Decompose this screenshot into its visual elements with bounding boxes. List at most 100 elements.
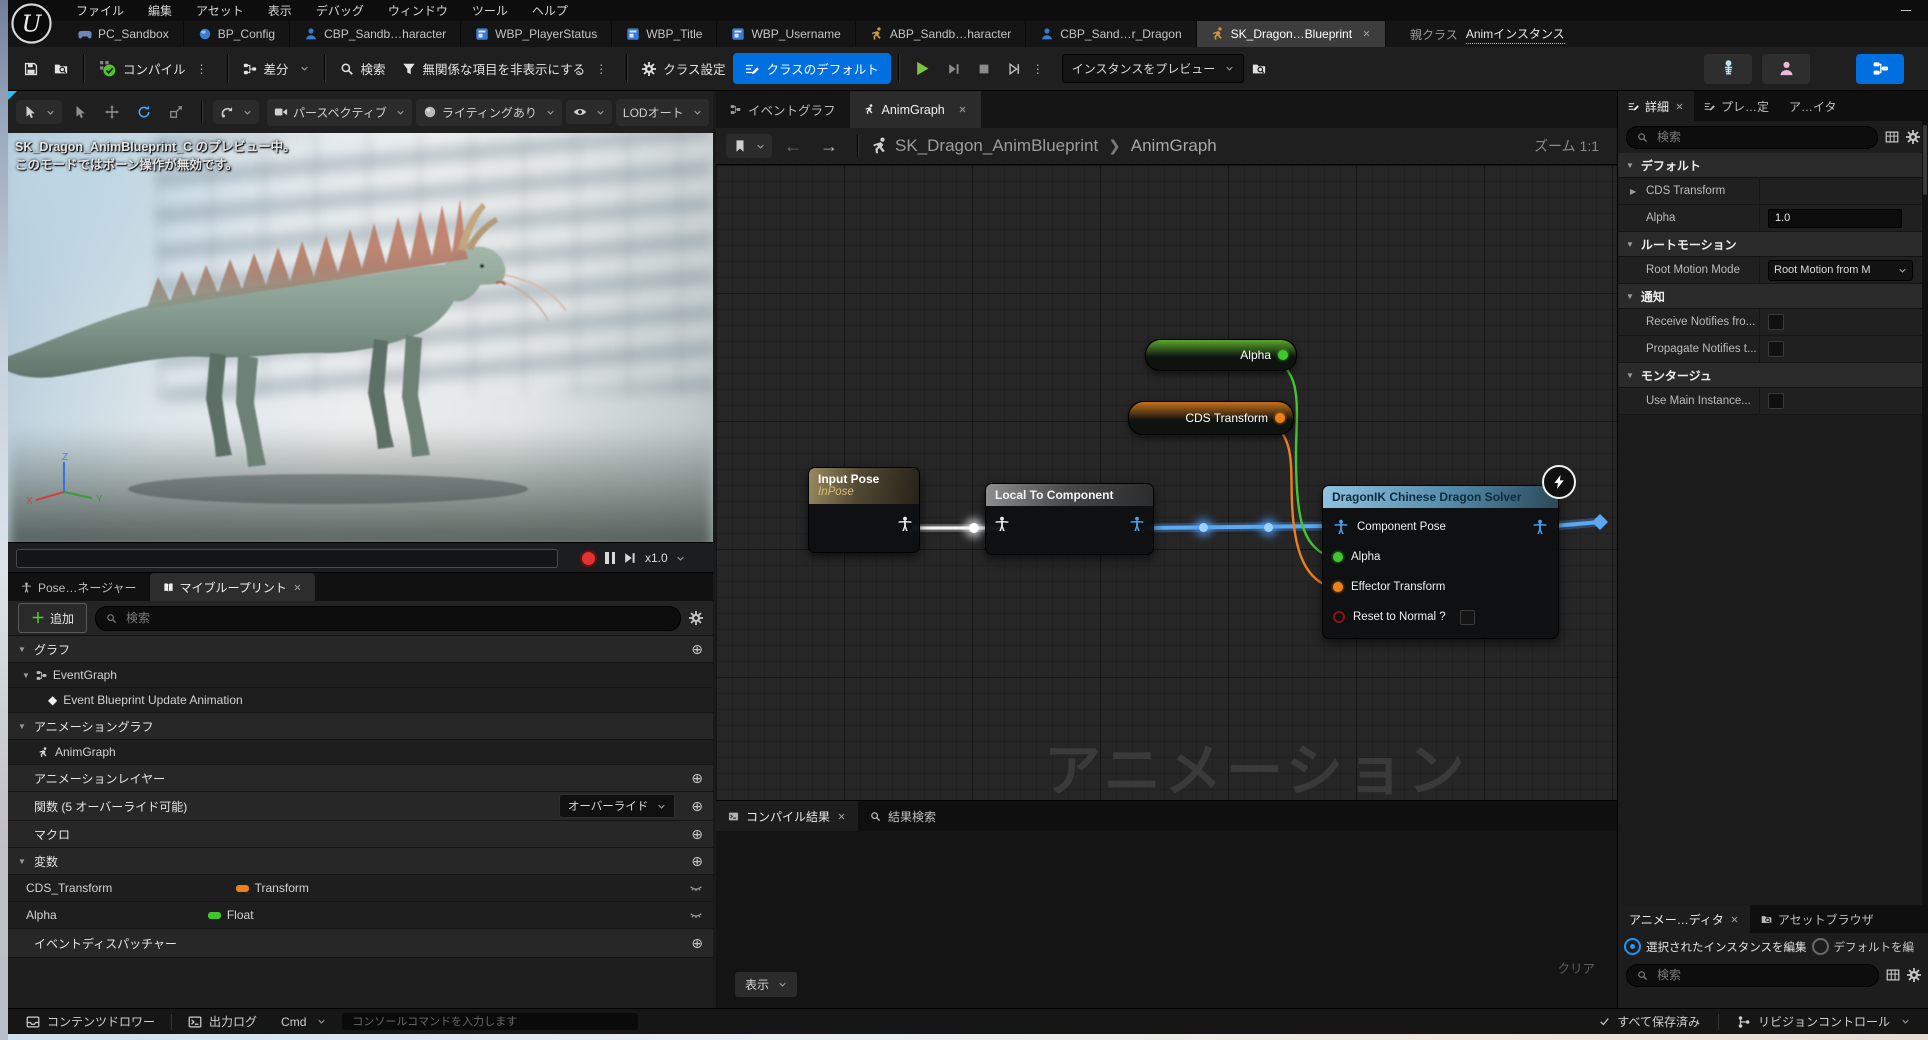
menu-view[interactable]: 表示 <box>256 0 304 21</box>
play-button[interactable] <box>906 54 939 83</box>
asset-tab-cbp-character[interactable]: CBP_Sandb…haracter <box>290 21 461 47</box>
pin-row-effector-transform[interactable]: Effector Transform <box>1323 572 1558 602</box>
tab-details[interactable]: 詳細 <box>1618 91 1694 121</box>
tab-close-icon[interactable] <box>1362 27 1371 41</box>
asset-tab-sk-dragon-blueprint[interactable]: SK_Dragon…Blueprint <box>1197 21 1386 47</box>
pause-button[interactable] <box>605 552 615 564</box>
parent-class-link[interactable]: Animインスタンス <box>1466 25 1565 44</box>
add-graph-icon[interactable]: ⊕ <box>691 641 703 658</box>
row-propagate-notifies[interactable]: Propagate Notifies t... <box>1618 336 1928 363</box>
details-search-input[interactable] <box>1655 129 1867 145</box>
view-mode-dropdown[interactable]: ライティングあり <box>416 99 562 126</box>
details-settings-gear-icon[interactable] <box>1906 130 1920 144</box>
item-animgraph[interactable]: AnimGraph <box>8 740 713 765</box>
menu-asset[interactable]: アセット <box>184 0 256 21</box>
preview-viewport[interactable]: パースペクティブ ライティングあり LODオート <box>8 91 713 572</box>
console-command-input-wrap[interactable] <box>342 1013 638 1030</box>
tab-close-icon[interactable] <box>837 812 846 821</box>
asset-tab-cbp-dragon[interactable]: CBP_Sand…r_Dragon <box>1026 21 1196 47</box>
receive-notifies-checkbox[interactable] <box>1768 314 1784 330</box>
tab-my-blueprint[interactable]: マイブループリント <box>150 573 315 601</box>
browse-instance-button[interactable] <box>1244 56 1274 82</box>
component-pose-output-pin[interactable] <box>1129 516 1145 532</box>
diff-button[interactable]: 差分 <box>235 53 317 84</box>
settings-gear-icon[interactable] <box>1907 968 1921 982</box>
section-animation-layers[interactable]: ▼アニメーションレイヤー⊕ <box>8 765 713 792</box>
property-matrix-icon[interactable] <box>1885 130 1899 144</box>
row-alpha[interactable]: Alpha <box>1618 205 1928 232</box>
nav-back-icon[interactable]: ← <box>778 136 808 157</box>
node-input-pose[interactable]: Input Pose InPose <box>808 467 920 553</box>
play-options-icon[interactable]: ⋮ <box>1029 62 1048 76</box>
pin-row-component-pose[interactable]: Component Pose <box>1323 512 1558 542</box>
node-dragonik-solver[interactable]: DragonIK Chinese Dragon Solver Component… <box>1322 485 1559 639</box>
section-root-motion[interactable]: ▼ルートモーション <box>1618 232 1928 257</box>
edit-selected-radio[interactable] <box>1624 938 1641 955</box>
revision-control-dropdown[interactable]: リビジョンコントロール <box>1729 1009 1918 1034</box>
add-anim-layer-icon[interactable]: ⊕ <box>691 770 703 787</box>
edit-defaults-radio[interactable] <box>1812 938 1829 955</box>
override-dropdown[interactable]: オーバーライド <box>559 794 675 818</box>
reset-checkbox[interactable] <box>1460 610 1475 625</box>
alpha-input-pin[interactable] <box>1333 552 1343 562</box>
animgraph-canvas[interactable]: アニメーション Alpha CDS Transform Input Pose <box>716 165 1617 800</box>
variable-row-alpha[interactable]: Alpha Float <box>8 902 713 929</box>
nav-forward-icon[interactable]: → <box>814 136 844 157</box>
menu-file[interactable]: ファイル <box>64 0 136 21</box>
tab-anim-preview-editor[interactable]: アニメー…ディタ <box>1618 905 1750 933</box>
perspective-dropdown[interactable]: パースペクティブ <box>267 99 412 126</box>
open-skeleton-button[interactable] <box>1704 54 1752 84</box>
tab-close-icon[interactable] <box>1675 102 1684 111</box>
tab-find-results[interactable]: 結果検索 <box>858 801 948 831</box>
property-matrix-icon[interactable] <box>1886 968 1900 982</box>
hide-unrelated-options-icon[interactable]: ⋮ <box>592 62 611 76</box>
playback-speed-dropdown[interactable]: x1.0 <box>645 551 689 565</box>
asset-tab-bp-config[interactable]: BP_Config <box>184 21 290 47</box>
pose-output-pin[interactable] <box>1532 519 1548 535</box>
menu-tools[interactable]: ツール <box>460 0 520 21</box>
menu-help[interactable]: ヘルプ <box>520 0 580 21</box>
pose-output-pin[interactable] <box>897 516 913 532</box>
effector-input-pin[interactable] <box>1333 582 1343 592</box>
frame-skip-button[interactable] <box>939 56 969 82</box>
clear-button[interactable]: クリア <box>1557 958 1595 977</box>
snap-rotate-button[interactable] <box>213 100 259 124</box>
preview-instance-dropdown[interactable]: インスタンスをプレビュー <box>1062 54 1245 83</box>
compile-options-icon[interactable]: ⋮ <box>193 62 212 76</box>
bookmarks-dropdown[interactable] <box>726 134 772 158</box>
tab-compile-results[interactable]: コンパイル結果 <box>716 801 858 831</box>
browse-asset-button[interactable] <box>46 56 76 82</box>
pin-row-reset-to-normal[interactable]: Reset to Normal ? <box>1323 602 1558 632</box>
add-new-button[interactable]: ＋追加 <box>18 603 87 633</box>
item-eventgraph[interactable]: ▼ EventGraph <box>8 663 713 688</box>
reset-input-pin[interactable] <box>1333 611 1345 623</box>
rotate-tool-button[interactable] <box>130 100 158 124</box>
section-default[interactable]: ▼デフォルト <box>1618 153 1928 178</box>
asset-tab-wbp-username[interactable]: WBP_Username <box>717 21 855 47</box>
section-animation-graphs[interactable]: ▼アニメーショングラフ <box>8 713 713 740</box>
section-notifications[interactable]: ▼通知 <box>1618 284 1928 309</box>
propagate-notifies-checkbox[interactable] <box>1768 341 1784 357</box>
save-button[interactable] <box>16 56 46 82</box>
asset-tab-wbp-playerstatus[interactable]: WBP_PlayerStatus <box>461 21 612 47</box>
content-drawer-button[interactable]: コンテンツドロワー <box>18 1009 163 1034</box>
my-blueprint-search-input[interactable] <box>124 610 670 626</box>
hide-unrelated-button[interactable]: 無関係な項目を非表示にする⋮ <box>394 53 620 84</box>
anim-preview-search-input[interactable] <box>1655 967 1868 983</box>
compile-button[interactable]: コンパイル⋮ <box>91 53 220 84</box>
move-tool-button[interactable] <box>98 100 126 124</box>
class-defaults-button[interactable]: クラスのデフォルト <box>733 53 890 84</box>
menu-debug[interactable]: デバッグ <box>304 0 376 21</box>
node-alpha-getter[interactable]: Alpha <box>1145 339 1297 371</box>
cmd-dropdown[interactable]: Cmd <box>273 1009 334 1034</box>
stop-button[interactable] <box>969 56 999 82</box>
pose-input-pin[interactable] <box>994 516 1010 532</box>
section-variables[interactable]: ▼変数⊕ <box>8 848 713 875</box>
row-use-main-instance[interactable]: Use Main Instance... <box>1618 388 1928 415</box>
menu-window[interactable]: ウィンドウ <box>376 0 460 21</box>
tab-close-icon[interactable] <box>293 583 302 592</box>
menu-edit[interactable]: 編集 <box>136 0 184 21</box>
root-motion-mode-dropdown[interactable]: Root Motion from M <box>1768 260 1913 281</box>
tab-eventgraph-doc[interactable]: イベントグラフ <box>716 91 850 128</box>
minimize-button[interactable] <box>1900 5 1912 17</box>
